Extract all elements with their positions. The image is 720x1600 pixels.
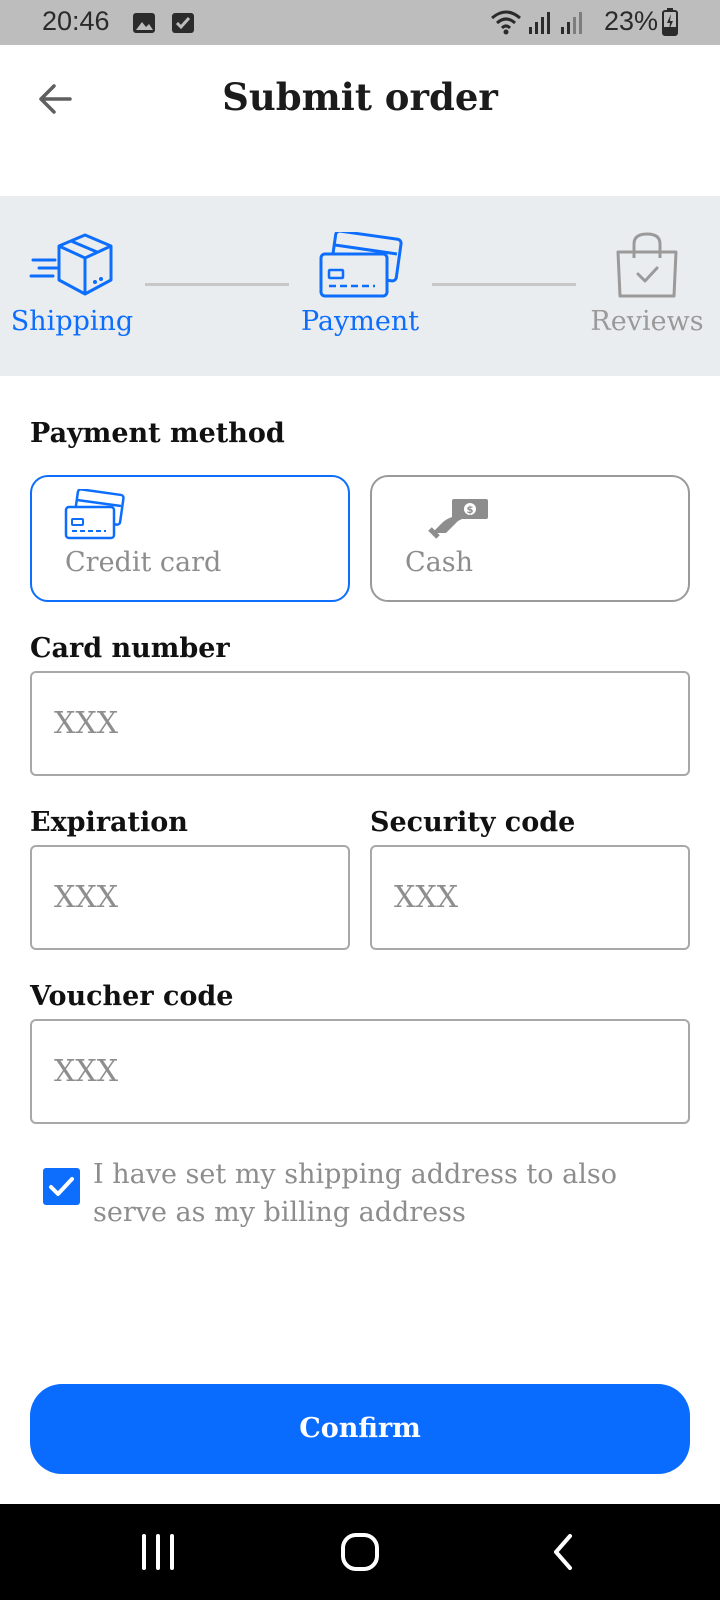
system-nav-bar [0, 1504, 720, 1600]
signal-icon [560, 11, 586, 42]
checkmark-icon [49, 1177, 74, 1196]
battery-charging-icon [662, 8, 678, 43]
step-shipping[interactable]: Shipping [0, 232, 157, 337]
security-code-field[interactable] [370, 845, 690, 950]
billing-address-checkbox-label[interactable]: I have set my shipping address to also s… [93, 1156, 693, 1232]
step-connector [432, 283, 576, 286]
status-time: 20:46 [42, 6, 110, 36]
card-number-label: Card number [30, 633, 230, 664]
submit-order-screen: 20:46 23% Submit order Shipping Payment … [0, 0, 720, 1600]
wifi-icon [490, 9, 522, 42]
header: Submit order [0, 45, 720, 195]
battery-percent: 23% [603, 6, 658, 36]
step-label-reviews: Reviews [590, 306, 704, 337]
checkout-stepper: Shipping Payment Reviews [0, 196, 720, 376]
signal-icon [528, 11, 554, 42]
shopping-bag-check-icon [616, 232, 678, 298]
voucher-code-field[interactable] [30, 1019, 690, 1124]
confirm-button[interactable]: Confirm [30, 1384, 690, 1474]
svg-text:$: $ [467, 505, 474, 516]
recent-apps-icon[interactable] [140, 1532, 176, 1572]
credit-card-label: Credit card [65, 547, 222, 578]
security-code-input[interactable] [372, 847, 688, 948]
hand-cash-icon: $ [428, 499, 488, 539]
back-icon[interactable] [548, 1532, 578, 1572]
credit-cards-icon [64, 489, 125, 540]
home-icon[interactable] [340, 1532, 380, 1572]
status-bar: 20:46 23% [0, 0, 720, 45]
image-icon [132, 11, 156, 42]
credit-cards-icon [319, 232, 403, 298]
step-payment[interactable]: Payment [275, 232, 445, 337]
step-reviews[interactable]: Reviews [562, 232, 720, 337]
payment-method-credit-card[interactable]: Credit card [30, 475, 350, 602]
expiration-input[interactable] [32, 847, 348, 948]
expiration-field[interactable] [30, 845, 350, 950]
voucher-code-label: Voucher code [30, 981, 234, 1012]
expiration-label: Expiration [30, 807, 188, 838]
step-label-shipping: Shipping [10, 306, 134, 337]
payment-method-label: Payment method [30, 418, 285, 449]
payment-method-cash[interactable]: $ Cash [370, 475, 690, 602]
check-square-icon [171, 11, 195, 42]
card-number-field[interactable] [30, 671, 690, 776]
voucher-code-input[interactable] [32, 1021, 688, 1122]
card-number-input[interactable] [32, 673, 688, 774]
delivery-box-icon [29, 233, 113, 296]
page-title: Submit order [222, 75, 498, 119]
step-label-payment: Payment [300, 306, 420, 337]
cash-label: Cash [405, 547, 474, 578]
billing-address-checkbox[interactable] [43, 1168, 80, 1205]
security-code-label: Security code [370, 807, 576, 838]
step-connector [145, 283, 289, 286]
